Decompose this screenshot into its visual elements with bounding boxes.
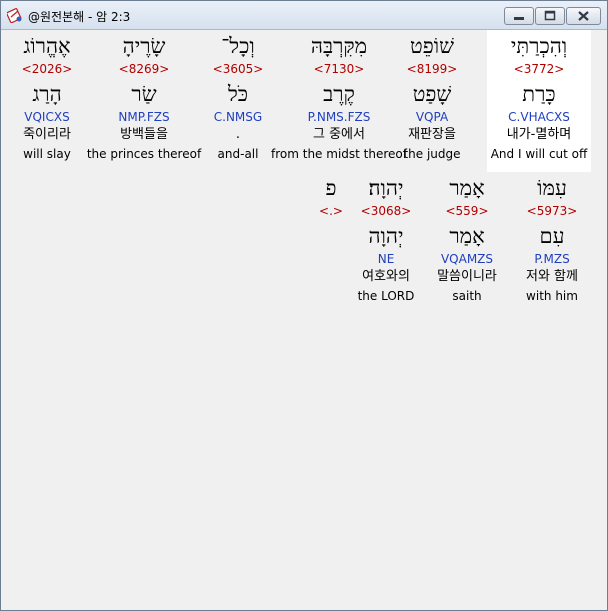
- korean-gloss: 죽이리라: [23, 127, 71, 142]
- interlinear-word[interactable]: מִקִּרְבָּהּ <7130> קֶרֶב P.NMS.FZS 그 중에…: [270, 30, 408, 172]
- english-gloss: the princes thereof: [86, 147, 202, 161]
- verse-panel: וְהִכְרַתִּי <3772> כָּרַת C.VHACXS 내가-멸…: [2, 30, 606, 609]
- minimize-button[interactable]: [504, 7, 534, 25]
- english-gloss: And I will cut off: [490, 147, 588, 161]
- minimize-icon: [514, 17, 524, 20]
- morphology-code: VQICXS: [24, 110, 70, 124]
- hebrew-word: פ: [325, 176, 337, 200]
- close-icon: [578, 11, 589, 21]
- strong-number[interactable]: <.>: [302, 204, 360, 218]
- korean-gloss: 내가-멸하며: [506, 127, 572, 142]
- interlinear-word[interactable]: וְהִכְרַתִּי <3772> כָּרַת C.VHACXS 내가-멸…: [487, 30, 591, 172]
- hebrew-lemma: קֶרֶב: [323, 82, 355, 106]
- hebrew-word: שָׂרֶיהָ: [122, 34, 166, 58]
- hebrew-lemma: הָרַג: [32, 82, 62, 106]
- strong-number[interactable]: <3772>: [487, 62, 591, 76]
- korean-gloss: 그 중에서: [313, 127, 365, 142]
- maximize-button[interactable]: [535, 7, 565, 25]
- app-window: @원전본해 - 암 2:3 וְהִכְרַתִּי <3772> כָּרַת…: [0, 0, 608, 611]
- interlinear-word[interactable]: אֶהֱרוֹג <2026> הָרַג VQICXS 죽이리라 will s…: [2, 30, 92, 172]
- strong-number[interactable]: <7130>: [270, 62, 408, 76]
- interlinear-word[interactable]: פ <.>: [302, 172, 360, 314]
- maximize-icon: [544, 10, 556, 21]
- hebrew-lemma: שַׂר: [131, 82, 157, 106]
- korean-gloss: 방백들을: [120, 127, 168, 142]
- close-button[interactable]: [566, 7, 601, 25]
- window-title: @원전본해 - 암 2:3: [28, 10, 131, 24]
- morphology-code: NMP.FZS: [118, 110, 170, 124]
- title-bar[interactable]: @원전본해 - 암 2:3: [1, 1, 607, 30]
- hebrew-word: מִקִּרְבָּהּ: [310, 34, 368, 58]
- bible-app-icon: [6, 7, 23, 24]
- english-gloss: from the midst thereof: [271, 147, 407, 161]
- morphology-code: C.VHACXS: [508, 110, 570, 124]
- hebrew-word: אֶהֱרוֹג: [23, 34, 71, 58]
- strong-number[interactable]: <2026>: [2, 62, 92, 76]
- interlinear-word[interactable]: שָׂרֶיהָ <8269> שַׂר NMP.FZS 방백들을 the pr…: [86, 30, 202, 172]
- strong-number[interactable]: <8269>: [86, 62, 202, 76]
- hebrew-word: וְהִכְרַתִּי: [510, 34, 568, 58]
- english-gloss: will slay: [23, 147, 71, 161]
- hebrew-lemma: כָּרַת: [522, 82, 556, 106]
- morphology-code: P.NMS.FZS: [307, 110, 371, 124]
